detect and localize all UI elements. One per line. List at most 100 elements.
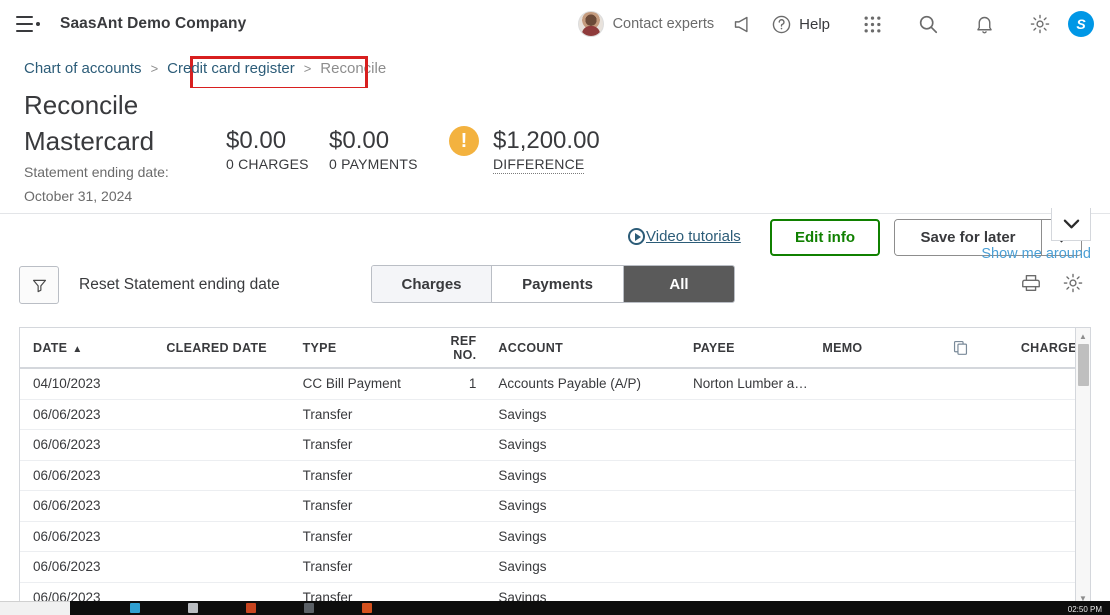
scrollbar-thumb[interactable] xyxy=(1078,344,1089,386)
question-circle-icon xyxy=(770,13,792,35)
taskbar-icon-explorer[interactable] xyxy=(188,603,198,613)
sort-ascending-icon: ▲ xyxy=(72,343,83,355)
taskbar-icon-group xyxy=(130,601,372,615)
cell-type: Transfer xyxy=(302,528,353,544)
taskbar-icon-browser[interactable] xyxy=(130,603,140,613)
video-tutorials-label: Video tutorials xyxy=(646,228,741,245)
breadcrumb-separator-1: > xyxy=(150,61,159,76)
cell-type: Transfer xyxy=(302,406,353,422)
taskbar-window-tab[interactable] xyxy=(0,601,70,615)
settings-gear-icon xyxy=(1063,273,1083,293)
table-vertical-scrollbar[interactable]: ▲ ▼ xyxy=(1075,328,1090,606)
column-header-memo[interactable]: MEMO xyxy=(822,341,951,355)
transaction-type-segmented-control: Charges Payments All xyxy=(371,265,735,303)
difference-warning-icon: ! xyxy=(449,126,479,156)
print-button[interactable] xyxy=(1020,272,1042,299)
statement-ending-date-value: October 31, 2024 xyxy=(24,188,133,204)
cell-date: 04/10/2023 xyxy=(33,376,101,392)
cell-type: Transfer xyxy=(302,467,353,483)
top-bar-right-group: Contact experts Help S xyxy=(577,0,1110,48)
payments-summary: $0.00 0 PAYMENTS xyxy=(329,126,418,172)
difference-amount: $1,200.00 xyxy=(493,127,600,154)
cell-type: CC Bill Payment xyxy=(302,376,401,392)
difference-summary: $1,200.00 DIFFERENCE xyxy=(493,126,600,174)
reconcile-header-panel: Reconcile Mastercard Statement ending da… xyxy=(0,88,1110,256)
table-row[interactable]: 04/10/2023 CC Bill Payment 1 Accounts Payab… xyxy=(20,369,1090,400)
chevron-down-icon xyxy=(1063,219,1079,229)
breadcrumb-reconcile: Reconcile xyxy=(320,60,387,77)
cell-account: Savings xyxy=(498,559,547,575)
table-header-row: DATE ▲ CLEARED DATE TYPE REF NO. ACCOUNT … xyxy=(20,328,1090,369)
reset-statement-ending-date-label[interactable]: Reset Statement ending date xyxy=(79,276,280,294)
column-header-copy[interactable] xyxy=(952,339,1021,356)
tab-charges[interactable]: Charges xyxy=(372,266,492,302)
search-button[interactable] xyxy=(900,13,956,35)
breadcrumb-chart-of-accounts[interactable]: Chart of accounts xyxy=(24,60,142,77)
funnel-filter-icon xyxy=(32,279,46,292)
table-row[interactable]: 06/06/2023 Transfer Savings xyxy=(20,491,1090,522)
cell-type: Transfer xyxy=(302,559,353,575)
breadcrumb-credit-card-register[interactable]: Credit card register xyxy=(167,60,295,77)
charges-amount: $0.00 xyxy=(226,127,287,154)
company-name: SaasAnt Demo Company xyxy=(60,15,247,32)
column-header-cleared-date[interactable]: CLEARED DATE xyxy=(166,341,302,355)
table-row[interactable]: 06/06/2023 Transfer Savings xyxy=(20,430,1090,461)
scroll-up-arrow-icon[interactable]: ▲ xyxy=(1076,329,1090,343)
breadcrumb-separator-2: > xyxy=(303,61,312,76)
show-me-around-link[interactable]: Show me around xyxy=(981,246,1091,262)
filter-button[interactable] xyxy=(19,266,59,304)
charges-label: 0 CHARGES xyxy=(226,156,309,172)
page-title: Reconcile xyxy=(24,90,139,120)
payments-label: 0 PAYMENTS xyxy=(329,156,418,172)
breadcrumb: Chart of accounts > Credit card register… xyxy=(24,60,386,77)
cell-account: Accounts Payable (A/P) xyxy=(498,376,641,392)
taskbar-icon-app-2[interactable] xyxy=(304,603,314,613)
column-header-date[interactable]: DATE ▲ xyxy=(20,341,166,355)
cell-account: Savings xyxy=(498,467,547,483)
tab-all[interactable]: All xyxy=(624,266,734,302)
table-row[interactable]: 06/06/2023 Transfer Savings xyxy=(20,552,1090,583)
hamburger-menu-icon[interactable] xyxy=(16,13,42,35)
table-settings-button[interactable] xyxy=(1062,272,1084,299)
cell-type: Transfer xyxy=(302,498,353,514)
settings-gear-icon xyxy=(1029,13,1051,35)
os-taskbar: 02:50 PM xyxy=(0,601,1110,615)
table-row[interactable]: 06/06/2023 Transfer Savings xyxy=(20,461,1090,491)
column-header-ref-no[interactable]: REF NO. xyxy=(431,334,498,362)
cell-account: Savings xyxy=(498,406,547,422)
account-name: Mastercard xyxy=(24,126,155,156)
settings-button[interactable] xyxy=(1012,13,1068,35)
difference-label: DIFFERENCE xyxy=(493,156,585,174)
help-button[interactable]: Help xyxy=(770,13,830,35)
edit-info-button[interactable]: Edit info xyxy=(770,219,880,256)
taskbar-icon-app-3[interactable] xyxy=(362,603,372,613)
contact-experts-label: Contact experts xyxy=(612,16,715,32)
copy-duplicate-icon xyxy=(953,340,967,355)
cell-payee: Norton Lumber a… xyxy=(692,376,808,392)
table-row[interactable]: 06/06/2023 Transfer Savings xyxy=(20,522,1090,552)
cell-account: Savings xyxy=(498,498,547,514)
app-root: SaasAnt Demo Company Contact experts Hel… xyxy=(0,0,1110,615)
megaphone-button[interactable] xyxy=(714,13,770,35)
cell-date: 06/06/2023 xyxy=(33,498,101,514)
notifications-button[interactable] xyxy=(956,13,1012,35)
charges-summary: $0.00 0 CHARGES xyxy=(226,126,309,172)
play-circle-icon xyxy=(628,228,645,245)
user-profile-avatar[interactable]: S xyxy=(1068,11,1094,37)
tab-payments[interactable]: Payments xyxy=(492,266,624,302)
column-header-payee[interactable]: PAYEE xyxy=(693,341,822,355)
cell-date: 06/06/2023 xyxy=(33,559,101,575)
transactions-table: DATE ▲ CLEARED DATE TYPE REF NO. ACCOUNT … xyxy=(19,327,1091,607)
payments-amount: $0.00 xyxy=(329,127,390,154)
contact-experts-button[interactable]: Contact experts xyxy=(577,11,715,37)
column-header-type[interactable]: TYPE xyxy=(303,341,431,355)
cell-account: Savings xyxy=(498,437,547,453)
table-row[interactable]: 06/06/2023 Transfer Savings xyxy=(20,400,1090,430)
apps-grid-button[interactable] xyxy=(844,13,900,35)
taskbar-icon-app-1[interactable] xyxy=(246,603,256,613)
cell-ref-no: 1 xyxy=(468,376,477,392)
video-tutorials-link[interactable]: Video tutorials xyxy=(628,228,741,245)
column-header-account[interactable]: ACCOUNT xyxy=(498,341,693,355)
collapse-panel-button[interactable] xyxy=(1051,208,1091,241)
cell-date: 06/06/2023 xyxy=(33,437,101,453)
